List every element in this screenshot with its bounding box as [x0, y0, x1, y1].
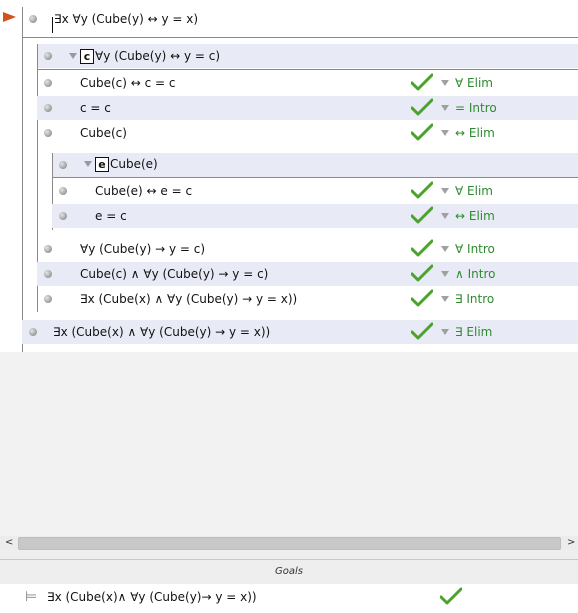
step-formula[interactable]: ∃x (Cube(x) ∧ ∀y (Cube(y) → y = x)) [53, 324, 270, 340]
rule-dropdown-icon[interactable] [441, 105, 449, 111]
scroll-left-icon[interactable]: < [5, 538, 13, 548]
proof-bar-main [22, 7, 23, 352]
rule-label[interactable]: ∧ Intro [455, 266, 495, 282]
premise-row[interactable]: ∃x ∀y (Cube(y) ↔ y = x) [0, 7, 578, 33]
text-cursor [52, 17, 53, 33]
rule-label[interactable]: ∀ Elim [455, 75, 493, 91]
goals-title: Goals [275, 566, 303, 577]
rule-dropdown-icon[interactable] [441, 213, 449, 219]
checkmark-icon [411, 289, 433, 307]
assumption-formula[interactable]: Cube(e) [110, 156, 158, 172]
step-formula[interactable]: Cube(c) [80, 125, 127, 141]
premise-line [22, 37, 578, 38]
rule-label[interactable]: ∃ Intro [455, 291, 494, 307]
step-formula[interactable]: Cube(c) ∧ ∀y (Cube(y) → y = c) [80, 266, 268, 282]
rule-dropdown-icon[interactable] [441, 329, 449, 335]
checkmark-icon [411, 239, 433, 257]
step-bullet-icon[interactable] [44, 245, 52, 253]
step-bullet-icon[interactable] [29, 328, 37, 336]
checkmark-icon [411, 98, 433, 116]
step-formula[interactable]: ∃x (Cube(x) ∧ ∀y (Cube(y) → y = x)) [80, 291, 297, 307]
step-formula[interactable]: Cube(c) ↔ c = c [80, 75, 176, 91]
rule-label[interactable]: ∀ Elim [455, 183, 493, 199]
rule-label[interactable]: ↔ Elim [455, 125, 495, 141]
proof-step-row[interactable]: Cube(c) ∧ ∀y (Cube(y) → y = c) ∧ Intro [37, 262, 578, 286]
step-formula[interactable]: ∀y (Cube(y) → y = c) [80, 241, 205, 257]
proof-step-row[interactable]: e = c ↔ Elim [52, 204, 578, 228]
checkmark-icon [411, 264, 433, 282]
proof-step-row[interactable]: Cube(c) ↔ Elim [37, 121, 578, 145]
rule-dropdown-icon[interactable] [441, 130, 449, 136]
checkmark-icon [411, 123, 433, 141]
checkmark-icon [411, 181, 433, 199]
step-bullet-icon[interactable] [59, 161, 67, 169]
goals-list: ⊨ ∃x (Cube(x)∧ ∀y (Cube(y)→ y = x)) [0, 584, 578, 613]
fitch-turnstile-icon: ⊨ [25, 589, 38, 605]
subproof-inner-assumption-row[interactable]: e Cube(e) [52, 153, 578, 177]
collapse-triangle-icon[interactable] [84, 161, 92, 167]
step-bullet-icon[interactable] [59, 187, 67, 195]
rule-dropdown-icon[interactable] [441, 246, 449, 252]
proof-step-row[interactable]: Cube(c) ↔ c = c ∀ Elim [37, 71, 578, 95]
horizontal-scrollbar[interactable]: < > [0, 536, 578, 550]
step-bullet-icon[interactable] [29, 15, 37, 23]
rule-dropdown-icon[interactable] [441, 271, 449, 277]
rule-label[interactable]: ∃ Elim [455, 324, 492, 340]
step-bullet-icon[interactable] [44, 270, 52, 278]
goal-formula[interactable]: ∃x (Cube(x)∧ ∀y (Cube(y)→ y = x)) [47, 590, 257, 604]
rule-label[interactable]: ∀ Intro [455, 241, 495, 257]
subproof-assumption-line [37, 69, 578, 70]
rule-dropdown-icon[interactable] [441, 296, 449, 302]
step-bullet-icon[interactable] [59, 212, 67, 220]
boxed-constant: e [95, 157, 109, 172]
proof-step-row[interactable]: Cube(e) ↔ e = c ∀ Elim [52, 179, 578, 203]
checkmark-icon [411, 206, 433, 224]
rule-dropdown-icon[interactable] [441, 188, 449, 194]
step-formula[interactable]: Cube(e) ↔ e = c [95, 183, 192, 199]
checkmark-icon [411, 73, 433, 91]
premise-formula[interactable]: ∃x ∀y (Cube(y) ↔ y = x) [54, 11, 198, 27]
checkmark-icon [411, 322, 433, 340]
proof-step-row[interactable]: ∀y (Cube(y) → y = c) ∀ Intro [37, 237, 578, 261]
proof-step-row[interactable]: c = c = Intro [37, 96, 578, 120]
step-formula[interactable]: c = c [80, 100, 111, 116]
step-bullet-icon[interactable] [44, 129, 52, 137]
goals-header: Goals [0, 559, 578, 584]
collapse-triangle-icon[interactable] [69, 53, 77, 59]
rule-label[interactable]: ↔ Elim [455, 208, 495, 224]
checkmark-icon [439, 587, 463, 608]
proof-step-row[interactable]: ∃x (Cube(x) ∧ ∀y (Cube(y) → y = x)) ∃ In… [37, 287, 578, 311]
scroll-right-icon[interactable]: > [567, 538, 575, 548]
step-bullet-icon[interactable] [44, 104, 52, 112]
subproof-assumption-line [52, 177, 578, 178]
proof-area[interactable]: ∃x ∀y (Cube(y) ↔ y = x) c ∀y (Cube(y) ↔ … [0, 0, 578, 536]
step-bullet-icon[interactable] [44, 79, 52, 87]
boxed-constant: c [80, 49, 94, 64]
step-bullet-icon[interactable] [44, 295, 52, 303]
step-formula[interactable]: e = c [95, 208, 127, 224]
step-bullet-icon[interactable] [44, 52, 52, 60]
rule-label[interactable]: = Intro [455, 100, 497, 116]
subproof-outer-assumption-row[interactable]: c ∀y (Cube(y) ↔ y = c) [37, 44, 578, 68]
scrollbar-thumb[interactable] [18, 537, 561, 550]
rule-dropdown-icon[interactable] [441, 80, 449, 86]
assumption-formula[interactable]: ∀y (Cube(y) ↔ y = c) [95, 48, 220, 64]
proof-step-row[interactable]: ∃x (Cube(x) ∧ ∀y (Cube(y) → y = x)) ∃ El… [22, 320, 578, 344]
